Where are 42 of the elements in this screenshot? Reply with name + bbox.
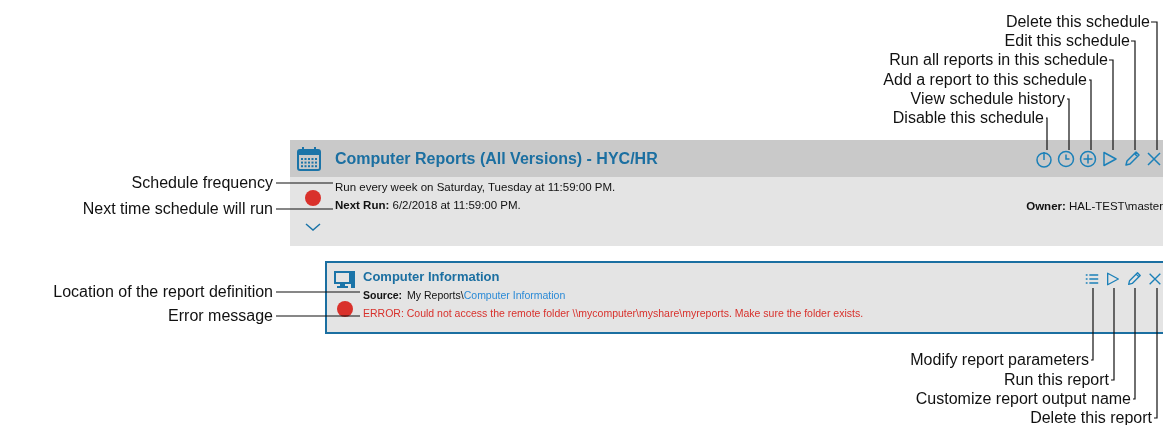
leader-line: [275, 182, 334, 184]
owner-text: Owner: HAL-TEST\master: [1026, 200, 1163, 214]
play-icon[interactable]: [1105, 271, 1121, 287]
status-dot: [337, 301, 353, 317]
callout-label: Schedule frequency: [131, 173, 273, 193]
next-run: Next Run: 6/2/2018 at 11:59:00 PM.: [335, 198, 522, 212]
leader-line: [275, 208, 334, 210]
schedule-frequency: Run every week on Saturday, Tuesday at 11:59:00 PM.: [335, 180, 616, 194]
leader-line: [1088, 79, 1092, 151]
close-icon[interactable]: [1145, 149, 1163, 168]
power-icon[interactable]: [1035, 149, 1053, 168]
leader-line: [1066, 98, 1070, 151]
computer-icon: [334, 270, 356, 289]
clock-icon[interactable]: [1057, 149, 1075, 168]
callout-label: Run this report: [1004, 370, 1109, 390]
add-icon[interactable]: [1079, 149, 1097, 168]
callout-label: Add a report to this schedule: [883, 70, 1087, 90]
close-icon[interactable]: [1147, 271, 1163, 287]
callout-label: View schedule history: [910, 89, 1065, 109]
pencil-icon[interactable]: [1126, 271, 1142, 287]
callout-label: Disable this schedule: [892, 108, 1044, 128]
callout-label: Customize report output name: [915, 389, 1131, 409]
leader-line: [1045, 117, 1048, 151]
source-label: Source:: [363, 289, 403, 301]
report-title: Computer Information: [363, 269, 501, 284]
error-message: ERROR: Could not access the remote folder \\mycomputer\myshare\myreports. Make sure the folder exists.: [363, 306, 864, 320]
callout-label: Next time schedule will run: [82, 199, 273, 219]
calendar-icon: [296, 145, 322, 172]
play-icon[interactable]: [1101, 149, 1119, 168]
source-link[interactable]: Computer Information: [463, 289, 566, 301]
callout-label: Delete this schedule: [1005, 12, 1150, 32]
schedule-title: Computer Reports (All Versions) - HYC/HR: [335, 149, 658, 168]
status-dot: [304, 190, 321, 206]
source-path: My Reports\: [407, 289, 464, 301]
pencil-icon[interactable]: [1123, 149, 1141, 168]
callout-label: Run all reports in this schedule: [889, 50, 1108, 70]
callout-label: Edit this schedule: [1004, 31, 1130, 51]
chevron-down-icon[interactable]: [304, 223, 321, 232]
callout-label: Location of the report definition: [53, 282, 273, 302]
list-icon[interactable]: [1084, 271, 1100, 287]
callout-label: Error message: [168, 306, 273, 326]
callout-label: Modify report parameters: [910, 350, 1089, 370]
